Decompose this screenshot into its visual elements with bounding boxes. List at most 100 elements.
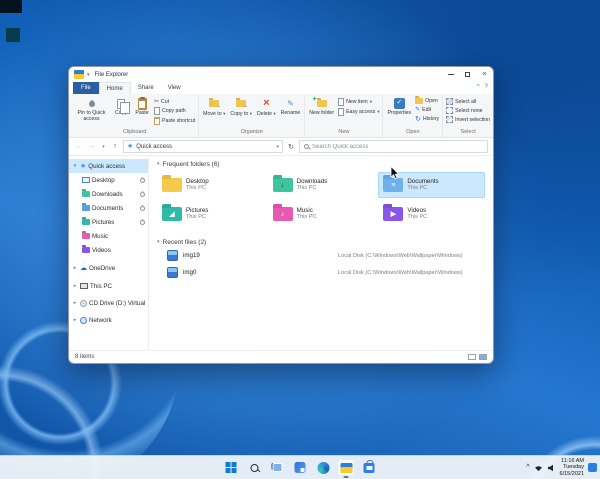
easy-access-button[interactable]: Easy access ▾ (338, 108, 379, 116)
paste-shortcut-button[interactable]: Paste shortcut (154, 117, 195, 125)
play-icon: ▶ (390, 211, 397, 218)
chevron-down-icon[interactable]: ▾ (72, 163, 78, 169)
copy-to-button[interactable]: → Copy to ▾ (229, 96, 253, 128)
sidebar-item-downloads[interactable]: Downloads (69, 187, 148, 201)
sidebar-item-music[interactable]: Music (69, 229, 148, 243)
forward-button[interactable]: → (87, 143, 97, 150)
music-folder-icon (82, 233, 90, 239)
search-icon (250, 463, 258, 472)
edit-button[interactable]: ✎ Edit (415, 106, 439, 114)
help-icon[interactable]: ? (485, 84, 488, 90)
move-to-button[interactable]: → Move to ▾ (202, 96, 226, 128)
sidebar-item-pictures[interactable]: Pictures (69, 215, 148, 229)
copy-path-button[interactable]: Copy path (154, 107, 195, 115)
address-box[interactable]: ★ Quick access ▾ (123, 140, 283, 153)
edge-button[interactable] (315, 459, 332, 476)
details-view-button[interactable] (468, 354, 476, 360)
notification-badge[interactable] (588, 463, 597, 472)
up-button[interactable]: ↑ (110, 143, 120, 150)
dropdown-icon: ▾ (377, 109, 380, 114)
cut-button[interactable]: ✂ Cut (154, 98, 195, 106)
pin-icon (87, 99, 96, 108)
button-label: Invert selection (455, 116, 491, 123)
folder-tile-music[interactable]: ♪ Music This PC (268, 201, 375, 227)
folder-tile-videos[interactable]: ▶ Videos This PC (378, 201, 485, 227)
recent-file-img19[interactable]: img19 Local Disk (C:\Windows\Web\Wallpap… (157, 247, 485, 264)
folder-name: Downloads (296, 177, 328, 185)
tab-share[interactable]: Share (131, 82, 161, 94)
chevron-right-icon[interactable]: ▸ (72, 317, 78, 323)
paste-button[interactable]: Paste (133, 96, 151, 128)
sidebar-item-network[interactable]: ▸ Network (69, 313, 148, 327)
windows-logo-icon (225, 462, 237, 473)
select-all-button[interactable]: Select all (446, 98, 490, 105)
minimize-button[interactable] (442, 67, 459, 82)
image-file-icon (167, 250, 178, 261)
folder-tile-downloads[interactable]: ↓ Downloads This PC (268, 172, 375, 198)
sidebar-item-videos[interactable]: Videos (69, 243, 148, 257)
frequent-folders-header[interactable]: ▾ Frequent folders (6) (157, 159, 485, 169)
address-dropdown-icon[interactable]: ▾ (276, 144, 279, 150)
task-view-button[interactable] (269, 459, 286, 476)
open-button[interactable]: Open (415, 96, 439, 104)
invert-selection-button[interactable]: Invert selection (446, 116, 490, 123)
folder-tile-pictures[interactable]: ◢ Pictures This PC (157, 201, 264, 227)
new-folder-button[interactable]: + New folder (308, 96, 335, 128)
delete-button[interactable]: × Delete ▾ (256, 96, 277, 128)
button-label: History (423, 116, 440, 122)
taskbar: ^ 11:16 AM Tuesday 6/15/2021 (0, 455, 600, 479)
qat-dropdown-icon[interactable]: ▾ (87, 72, 90, 78)
clock[interactable]: 11:16 AM Tuesday 6/15/2021 (560, 458, 584, 477)
window-title: File Explorer (94, 71, 129, 78)
select-none-button[interactable]: Select none (446, 107, 490, 114)
file-explorer-taskbar-button[interactable] (337, 459, 355, 478)
maximize-button[interactable] (459, 67, 476, 82)
sidebar-item-onedrive[interactable]: ▸ ☁ OneDrive (69, 261, 148, 275)
store-button[interactable] (361, 459, 378, 476)
properties-button[interactable]: ✓ Properties (386, 96, 412, 128)
chevron-down-icon[interactable]: ▾ (157, 239, 160, 245)
button-label: Properties (387, 110, 412, 116)
wifi-icon[interactable] (534, 459, 543, 477)
pin-to-quick-access-button[interactable]: Pin to Quick access (74, 96, 109, 128)
recent-file-img0[interactable]: img0 Local Disk (C:\Windows\Web\Wallpape… (157, 264, 485, 281)
chevron-right-icon[interactable]: ▸ (72, 265, 78, 271)
back-button[interactable]: ← (74, 143, 84, 150)
volume-icon[interactable] (547, 459, 556, 477)
chevron-right-icon[interactable]: ▸ (72, 283, 78, 289)
sidebar-item-this-pc[interactable]: ▸ This PC (69, 279, 148, 293)
chevron-right-icon[interactable]: ▸ (72, 300, 78, 306)
breadcrumb[interactable]: Quick access (136, 144, 172, 150)
sidebar-item-documents[interactable]: Documents (69, 201, 148, 215)
pictures-folder-icon (82, 219, 90, 225)
arrow-icon: → (215, 102, 222, 109)
thumbnails-view-button[interactable] (479, 354, 487, 360)
hidden-icons-chevron[interactable]: ^ (526, 464, 529, 471)
taskbar-search-button[interactable] (246, 459, 263, 476)
section-title: Recent files (2) (162, 238, 207, 246)
rename-button[interactable]: ✎ Rename (280, 96, 302, 128)
new-item-button[interactable]: New item ▾ (338, 98, 379, 106)
search-input[interactable] (312, 143, 483, 150)
tab-file[interactable]: File (73, 82, 99, 94)
photo-icon: ◢ (169, 211, 175, 218)
search-box[interactable] (299, 140, 488, 153)
folder-tile-desktop[interactable]: Desktop This PC (157, 172, 264, 198)
titlebar[interactable]: ▾ File Explorer × (69, 67, 493, 82)
collapse-ribbon-icon[interactable]: ^ (477, 84, 480, 90)
tab-home[interactable]: Home (98, 82, 131, 94)
tab-view[interactable]: View (161, 82, 188, 94)
chevron-down-icon[interactable]: ▾ (157, 161, 160, 167)
close-button[interactable]: × (476, 67, 493, 82)
sidebar-item-desktop[interactable]: Desktop (69, 173, 148, 187)
history-button[interactable]: ↻ History (415, 115, 439, 123)
sidebar-item-quick-access[interactable]: ▾ ★ Quick access (69, 159, 148, 173)
copy-button[interactable]: Copy (112, 96, 130, 128)
recent-files-header[interactable]: ▾ Recent files (2) (157, 237, 485, 247)
sidebar-item-cd-drive[interactable]: ▸ CD Drive (D:) Virtual (69, 296, 148, 310)
start-button[interactable] (223, 459, 240, 476)
recent-locations-dropdown[interactable]: ▾ (100, 144, 107, 150)
refresh-button[interactable]: ↻ (286, 143, 296, 151)
recording-artifact (0, 0, 22, 13)
widgets-button[interactable] (292, 459, 309, 476)
